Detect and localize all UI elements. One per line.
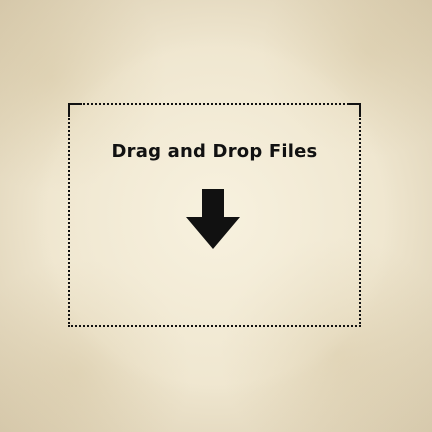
arrow-down-icon <box>186 189 240 249</box>
corner-bracket-top-left <box>68 103 82 117</box>
corner-bracket-top-right <box>347 103 361 117</box>
file-drop-zone[interactable]: Drag and Drop Files <box>68 103 361 327</box>
drop-zone-title: Drag and Drop Files <box>111 141 318 162</box>
